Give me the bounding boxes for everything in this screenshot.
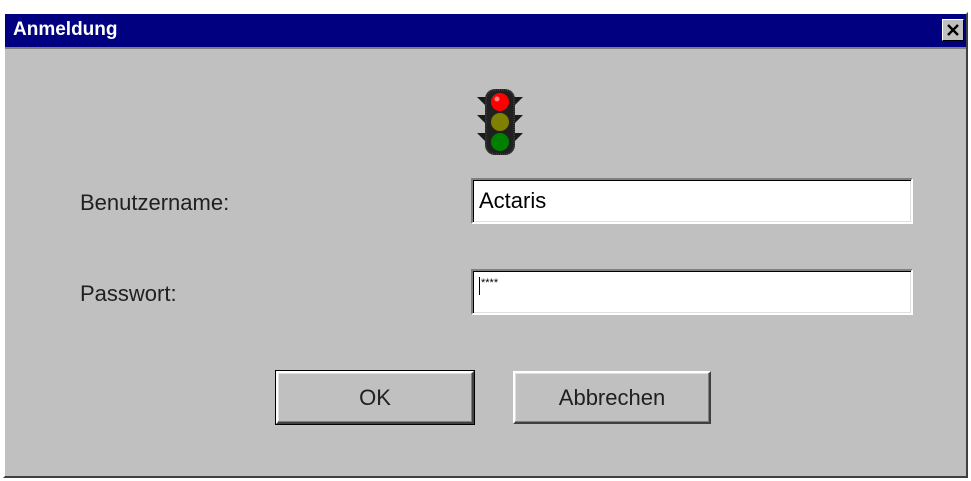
password-input[interactable]: **** [471, 269, 913, 315]
password-value: **** [481, 277, 499, 289]
cancel-button[interactable]: Abbrechen [513, 371, 711, 424]
close-button[interactable] [942, 19, 964, 41]
close-icon [947, 24, 959, 36]
password-label: Passwort: [80, 281, 177, 306]
username-value: Actaris [479, 188, 547, 213]
username-label: Benutzername: [80, 190, 230, 215]
cancel-button-label: Abbrechen [558, 384, 666, 410]
title-bar[interactable]: Anmeldung [5, 14, 966, 47]
ok-button[interactable]: OK [275, 370, 475, 425]
text-caret [479, 277, 480, 295]
traffic-light-icon [477, 89, 523, 155]
login-dialog: Anmeldung Benutzername: Actaris Passwort… [3, 12, 968, 478]
username-input[interactable]: Actaris [471, 178, 913, 224]
window-title: Anmeldung [13, 19, 118, 40]
ok-button-label: OK [359, 384, 391, 410]
dialog-content: Benutzername: Actaris Passwort: **** OK … [5, 47, 966, 476]
